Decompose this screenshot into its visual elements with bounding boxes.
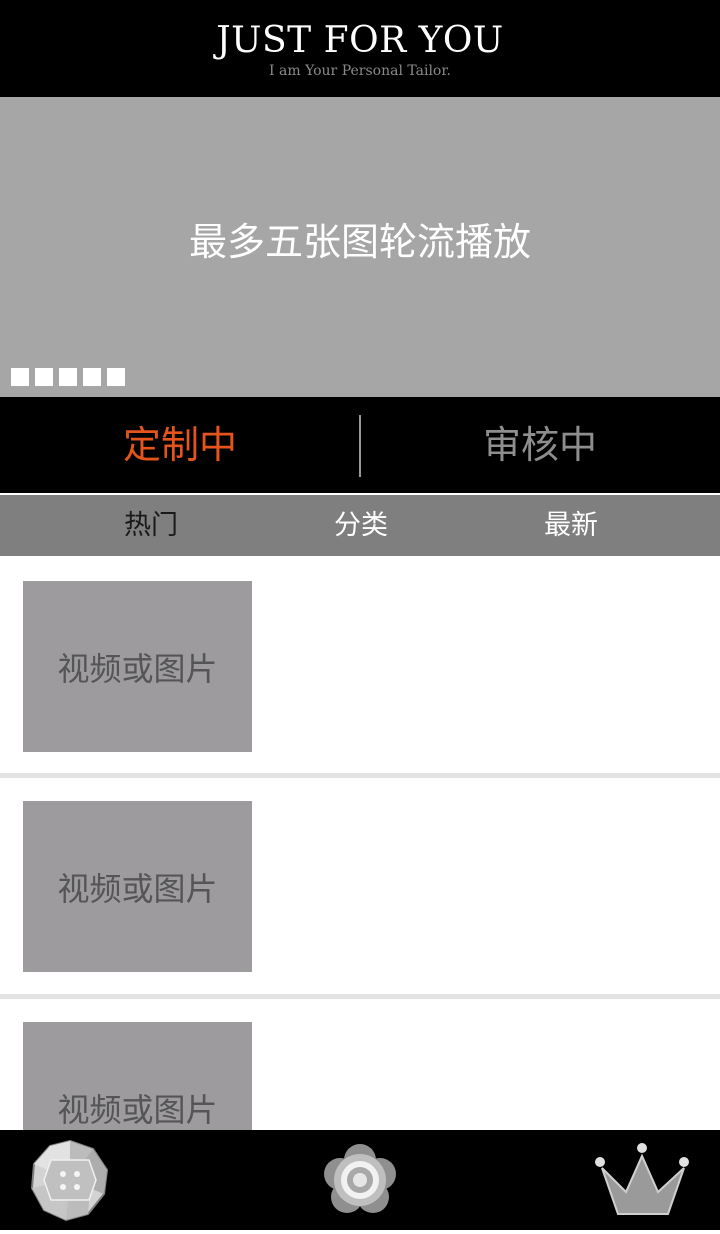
flower-target-icon: [324, 1144, 396, 1213]
banner-carousel[interactable]: 最多五张图轮流播放: [0, 97, 720, 397]
list-item[interactable]: 视频或图片: [0, 999, 720, 1130]
app-title: JUST FOR YOU: [216, 20, 504, 61]
filter-tabs: 热门 分类 最新: [0, 495, 720, 556]
carousel-indicators: [11, 368, 125, 386]
carousel-dot[interactable]: [11, 368, 29, 386]
tab-hot[interactable]: 热门: [76, 495, 226, 556]
bottom-nav: [0, 1130, 720, 1230]
nav-button-home[interactable]: [20, 1130, 120, 1230]
nav-button-vip[interactable]: [592, 1130, 692, 1230]
list-item[interactable]: 视频或图片: [0, 778, 720, 994]
banner-text: 最多五张图轮流播放: [188, 220, 531, 264]
carousel-dot[interactable]: [35, 368, 53, 386]
tab-customizing[interactable]: 定制中: [0, 397, 360, 493]
app-header: JUST FOR YOU I am Your Personal Tailor.: [0, 0, 720, 97]
media-thumbnail[interactable]: 视频或图片: [23, 581, 252, 752]
media-thumbnail[interactable]: 视频或图片: [23, 801, 252, 972]
gem-button-icon: [30, 1139, 109, 1222]
carousel-dot[interactable]: [107, 368, 125, 386]
media-thumbnail[interactable]: 视频或图片: [23, 1022, 252, 1130]
carousel-dot[interactable]: [83, 368, 101, 386]
tab-reviewing[interactable]: 审核中: [360, 397, 720, 493]
nav-button-center[interactable]: [310, 1130, 410, 1230]
status-tabs: 定制中 审核中: [0, 397, 720, 493]
tab-latest[interactable]: 最新: [496, 495, 646, 556]
tab-category[interactable]: 分类: [286, 495, 436, 556]
app-subtitle: I am Your Personal Tailor.: [269, 63, 451, 79]
carousel-dot[interactable]: [59, 368, 77, 386]
crown-icon: [595, 1143, 689, 1215]
list-item[interactable]: 视频或图片: [0, 558, 720, 773]
